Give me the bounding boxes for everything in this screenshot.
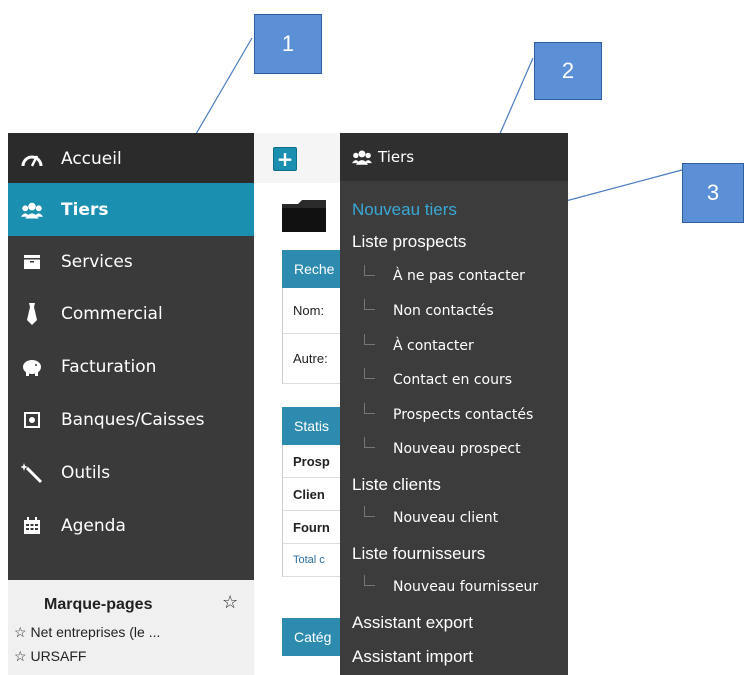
menu-item-new-prospect[interactable]: Nouveau prospect xyxy=(393,441,521,457)
menu-item-new-supplier[interactable]: Nouveau fournisseur xyxy=(393,579,538,595)
tree-connector xyxy=(364,368,375,379)
menu-item-do-not-contact[interactable]: À ne pas contacter xyxy=(393,268,525,284)
star-add-bookmark-icon[interactable]: ☆ xyxy=(222,592,238,613)
menu-item-contact-in-progress[interactable]: Contact en cours xyxy=(393,372,512,388)
dashboard-gauge-icon xyxy=(21,148,43,170)
menu-item-export-assistant[interactable]: Assistant export xyxy=(352,613,473,633)
users-icon xyxy=(21,199,43,221)
star-icon: ☆ xyxy=(14,648,27,664)
sidebar-item-agenda[interactable]: Agenda xyxy=(8,500,254,552)
sidebar-item-tiers[interactable]: Tiers xyxy=(8,183,254,236)
sidebar-item-label: Agenda xyxy=(61,516,126,536)
tie-icon xyxy=(21,303,43,325)
bookmarks-title: Marque-pages xyxy=(44,596,153,613)
tiers-dropdown-menu: Tiers Nouveau tiers Liste prospects À ne… xyxy=(340,133,568,675)
stats-row-clients: Clien xyxy=(282,478,346,511)
search-name-label: Nom: xyxy=(282,288,346,334)
tree-connector xyxy=(364,403,375,414)
calendar-icon xyxy=(21,515,43,537)
sidebar-item-commercial[interactable]: Commercial xyxy=(8,288,254,340)
callout-2: 2 xyxy=(534,42,602,100)
quick-add-button[interactable]: + xyxy=(273,147,297,171)
sidebar-item-label: Outils xyxy=(61,463,111,483)
menu-item-new-tiers[interactable]: Nouveau tiers xyxy=(352,200,457,220)
tree-connector xyxy=(364,506,375,517)
menu-item-list-suppliers[interactable]: Liste fournisseurs xyxy=(352,544,485,564)
stats-row-total: Total c xyxy=(282,544,346,577)
sidebar-item-label: Banques/Caisses xyxy=(61,410,205,430)
dropdown-header: Tiers xyxy=(340,133,568,181)
tree-connector xyxy=(364,299,375,310)
sidebar: Accueil Tiers Services Commercial Factur… xyxy=(8,133,254,580)
sidebar-item-label: Commercial xyxy=(61,304,163,324)
sidebar-item-label: Services xyxy=(61,252,133,272)
star-icon: ☆ xyxy=(14,624,27,640)
sidebar-item-label: Accueil xyxy=(61,149,122,169)
categories-panel-header: Catég xyxy=(282,618,346,656)
bookmark-label: URSAFF xyxy=(30,648,87,664)
bookmarks-panel: Marque-pages ☆ ☆ Net entreprises (le ...… xyxy=(8,580,254,675)
menu-item-import-assistant[interactable]: Assistant import xyxy=(352,647,473,667)
stats-row-fournisseurs: Fourn xyxy=(282,511,346,544)
folder-icon xyxy=(282,198,328,236)
sidebar-item-label: Tiers xyxy=(61,199,109,220)
sidebar-item-label: Facturation xyxy=(61,357,157,377)
search-panel-header: Reche xyxy=(282,250,346,288)
search-other-label: Autre: xyxy=(282,334,346,384)
sidebar-item-accueil[interactable]: Accueil xyxy=(8,133,254,185)
bookmark-label: Net entreprises (le ... xyxy=(30,624,161,640)
stats-row-prospects: Prosp xyxy=(282,445,346,478)
sidebar-item-outils[interactable]: Outils xyxy=(8,447,254,499)
callout-3: 3 xyxy=(682,163,744,223)
menu-item-prospects-contacted[interactable]: Prospects contactés xyxy=(393,407,533,423)
menu-item-new-client[interactable]: Nouveau client xyxy=(393,510,498,526)
sidebar-item-facturation[interactable]: Facturation xyxy=(8,341,254,393)
sidebar-item-services[interactable]: Services xyxy=(8,236,254,288)
callout-1: 1 xyxy=(254,14,322,74)
magic-wand-icon xyxy=(21,462,43,484)
menu-item-not-contacted[interactable]: Non contactés xyxy=(393,303,494,319)
menu-item-to-contact[interactable]: À contacter xyxy=(393,338,474,354)
menu-item-list-clients[interactable]: Liste clients xyxy=(352,475,441,495)
tree-connector xyxy=(364,437,375,448)
menu-item-list-prospects[interactable]: Liste prospects xyxy=(352,232,466,252)
top-bar: + xyxy=(254,133,354,183)
dropdown-header-label: Tiers xyxy=(378,148,415,166)
tree-connector xyxy=(364,575,375,586)
tree-connector xyxy=(364,334,375,345)
sidebar-item-banques[interactable]: Banques/Caisses xyxy=(8,394,254,446)
bookmark-link[interactable]: ☆ Net entreprises (le ... xyxy=(14,624,160,641)
bookmark-link[interactable]: ☆ URSAFF xyxy=(14,648,86,665)
box-icon xyxy=(21,251,43,273)
stats-panel-header: Statis xyxy=(282,407,346,445)
users-icon xyxy=(352,149,372,165)
tree-connector xyxy=(364,265,375,276)
piggy-bank-icon xyxy=(21,356,43,378)
safe-icon xyxy=(21,409,43,431)
